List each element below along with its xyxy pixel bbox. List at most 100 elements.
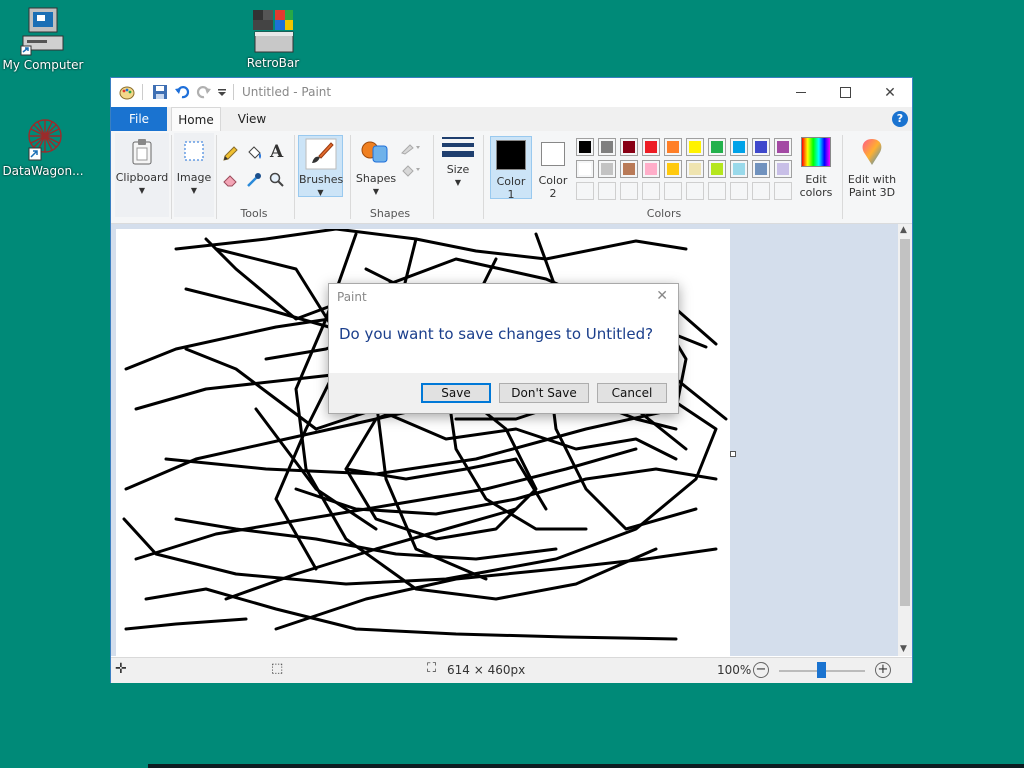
- dont-save-button[interactable]: Don't Save: [499, 383, 589, 403]
- size-label: Size: [446, 163, 470, 176]
- scrollbar-thumb[interactable]: [900, 239, 910, 606]
- help-button[interactable]: ?: [892, 111, 908, 127]
- eraser-icon[interactable]: [221, 171, 239, 189]
- cancel-button[interactable]: Cancel: [597, 383, 667, 403]
- group-separator: [216, 135, 217, 219]
- palette-swatch[interactable]: [730, 160, 748, 178]
- palette-swatch[interactable]: [752, 182, 770, 200]
- divider: [233, 84, 234, 100]
- vertical-scrollbar[interactable]: ▲ ▼: [898, 224, 912, 656]
- desktop-icon-datawagon[interactable]: DataWagon...: [0, 114, 86, 178]
- palette-swatch[interactable]: [686, 138, 704, 156]
- desktop-icon-my-computer[interactable]: My Computer: [0, 6, 86, 72]
- chevron-down-icon: ▼: [317, 188, 324, 197]
- clipboard-button[interactable]: Clipboard ▼: [115, 133, 169, 217]
- color1-swatch: [496, 140, 526, 170]
- edit-colors-button[interactable]: Edit colors: [794, 137, 838, 201]
- zoom-in-icon[interactable]: +: [875, 662, 891, 678]
- shapes-button[interactable]: Shapes ▼: [354, 137, 398, 199]
- chevron-down-icon: ▼: [138, 186, 146, 195]
- tab-file[interactable]: File: [111, 107, 167, 131]
- palette-swatch[interactable]: [708, 138, 726, 156]
- palette-swatch[interactable]: [774, 160, 792, 178]
- scroll-down-icon[interactable]: ▼: [900, 644, 907, 654]
- window-title: Untitled - Paint: [242, 85, 332, 99]
- palette-swatch-color: [711, 163, 723, 175]
- tab-view[interactable]: View: [229, 107, 275, 131]
- color-picker-icon[interactable]: [245, 171, 263, 189]
- palette-swatch[interactable]: [664, 182, 682, 200]
- palette-swatch[interactable]: [730, 138, 748, 156]
- palette-swatch[interactable]: [774, 182, 792, 200]
- palette-swatch[interactable]: [576, 182, 594, 200]
- paint-app-icon[interactable]: [118, 84, 136, 102]
- palette-swatch[interactable]: [664, 138, 682, 156]
- fill-bucket-icon[interactable]: [245, 144, 263, 162]
- desktop-icon-retrobar[interactable]: RetroBar: [230, 6, 316, 70]
- customize-quick-access-icon[interactable]: [217, 88, 227, 98]
- palette-swatch[interactable]: [686, 182, 704, 200]
- outline-icon[interactable]: [400, 141, 422, 155]
- color1-button[interactable]: Color 1: [490, 136, 532, 201]
- palette-swatch[interactable]: [620, 160, 638, 178]
- shapes-group-label: Shapes: [369, 207, 411, 220]
- undo-icon[interactable]: [174, 84, 190, 100]
- canvas-dimensions: 614 × 460px: [447, 663, 526, 677]
- palette-swatch[interactable]: [708, 160, 726, 178]
- edit-colors-label-1: Edit: [805, 173, 827, 186]
- image-button[interactable]: Image ▼: [174, 133, 214, 217]
- selection-size-icon: ⬚: [271, 661, 284, 676]
- palette-swatch-color: [755, 163, 767, 175]
- palette-swatch[interactable]: [686, 160, 704, 178]
- magnifier-icon[interactable]: [268, 171, 286, 189]
- color2-swatch: [541, 142, 565, 166]
- dialog-close-icon[interactable]: ✕: [656, 288, 668, 304]
- palette-swatch[interactable]: [598, 182, 616, 200]
- zoom-out-icon[interactable]: −: [753, 662, 769, 678]
- paint3d-label-1: Edit with: [847, 173, 897, 186]
- save-button[interactable]: Save: [421, 383, 491, 403]
- palette-swatch[interactable]: [774, 138, 792, 156]
- shapes-label: Shapes: [355, 172, 397, 185]
- palette-swatch[interactable]: [576, 138, 594, 156]
- ribbon: Clipboard ▼ Image ▼ A Tools Brushes ▼ Sh…: [111, 131, 912, 224]
- paint3d-icon: [862, 139, 882, 165]
- save-icon[interactable]: [152, 84, 168, 100]
- palette-swatch[interactable]: [598, 160, 616, 178]
- canvas-resize-handle[interactable]: [730, 451, 736, 457]
- palette-swatch-color: [755, 141, 767, 153]
- palette-swatch[interactable]: [664, 160, 682, 178]
- palette-swatch[interactable]: [752, 160, 770, 178]
- edit-with-paint3d-button[interactable]: Edit with Paint 3D: [846, 137, 898, 201]
- palette-swatch[interactable]: [642, 160, 660, 178]
- palette-swatch[interactable]: [752, 138, 770, 156]
- palette-swatch[interactable]: [598, 138, 616, 156]
- palette-swatch[interactable]: [642, 138, 660, 156]
- scroll-up-icon[interactable]: ▲: [900, 225, 907, 235]
- size-button[interactable]: Size ▼: [438, 137, 478, 197]
- maximize-button[interactable]: [822, 78, 868, 107]
- palette-swatch[interactable]: [620, 182, 638, 200]
- zoom-slider-thumb[interactable]: [817, 662, 826, 678]
- close-button[interactable]: ✕: [867, 78, 913, 107]
- palette-swatch[interactable]: [730, 182, 748, 200]
- palette-swatch[interactable]: [642, 182, 660, 200]
- redo-icon[interactable]: [196, 84, 212, 100]
- brushes-button[interactable]: Brushes ▼: [298, 135, 343, 197]
- color2-button[interactable]: Color 2: [533, 136, 573, 200]
- palette-swatch[interactable]: [576, 160, 594, 178]
- palette-swatch[interactable]: [620, 138, 638, 156]
- brush-icon: [305, 138, 336, 170]
- pencil-icon[interactable]: [221, 145, 239, 163]
- palette-swatch[interactable]: [708, 182, 726, 200]
- chevron-down-icon: ▼: [190, 186, 198, 195]
- colors-group-label: Colors: [646, 207, 682, 220]
- text-tool-icon[interactable]: A: [270, 142, 283, 162]
- minimize-button[interactable]: [778, 78, 824, 107]
- fill-icon[interactable]: [400, 163, 422, 177]
- shapes-icon: [361, 141, 388, 163]
- palette-swatch-color: [667, 141, 679, 153]
- tab-home[interactable]: Home: [171, 107, 221, 131]
- palette-swatch-color: [733, 141, 745, 153]
- select-icon: [184, 141, 204, 161]
